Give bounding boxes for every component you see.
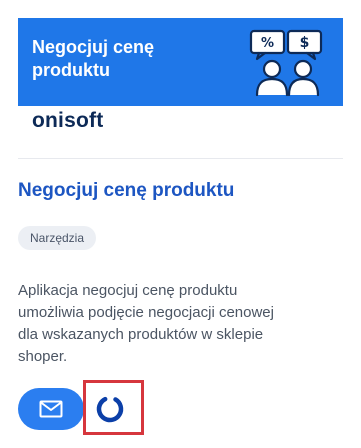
mail-icon	[39, 400, 63, 418]
svg-text:$: $	[300, 35, 310, 51]
description-line: dla wskazanych produktów w sklepie	[18, 326, 264, 343]
app-title[interactable]: Negocjuj cenę produktu	[18, 180, 234, 202]
description-line: Aplikacja negocjuj cenę produktu	[18, 282, 238, 299]
banner-background: Negocjuj cenę produktu % $	[18, 18, 343, 106]
app-description: Aplikacja negocjuj cenę produktu umożliw…	[18, 280, 348, 368]
contact-mail-button[interactable]	[18, 388, 84, 430]
banner-title-line-1: Negocjuj cenę	[32, 37, 155, 57]
banner-title-line-2: produktu	[32, 60, 110, 80]
loading-spinner-icon	[96, 395, 124, 423]
app-banner[interactable]: Negocjuj cenę produktu % $ onisoft	[18, 18, 343, 135]
svg-text:%: %	[261, 36, 274, 51]
description-line: umożliwia podjęcie negocjacji cenowej	[18, 304, 274, 321]
banner-title: Negocjuj cenę produktu	[32, 36, 222, 82]
install-loading-button[interactable]	[88, 389, 132, 429]
onisoft-logo: onisoft	[32, 109, 104, 132]
app-card: Negocjuj cenę produktu % $ onisoft Negoc…	[0, 0, 361, 448]
category-tag[interactable]: Narzędzia	[18, 226, 97, 250]
negotiation-people-icon: % $	[249, 29, 323, 97]
banner-logo-strip: onisoft	[18, 106, 343, 135]
divider	[18, 158, 343, 159]
description-line: shoper.	[18, 348, 68, 365]
